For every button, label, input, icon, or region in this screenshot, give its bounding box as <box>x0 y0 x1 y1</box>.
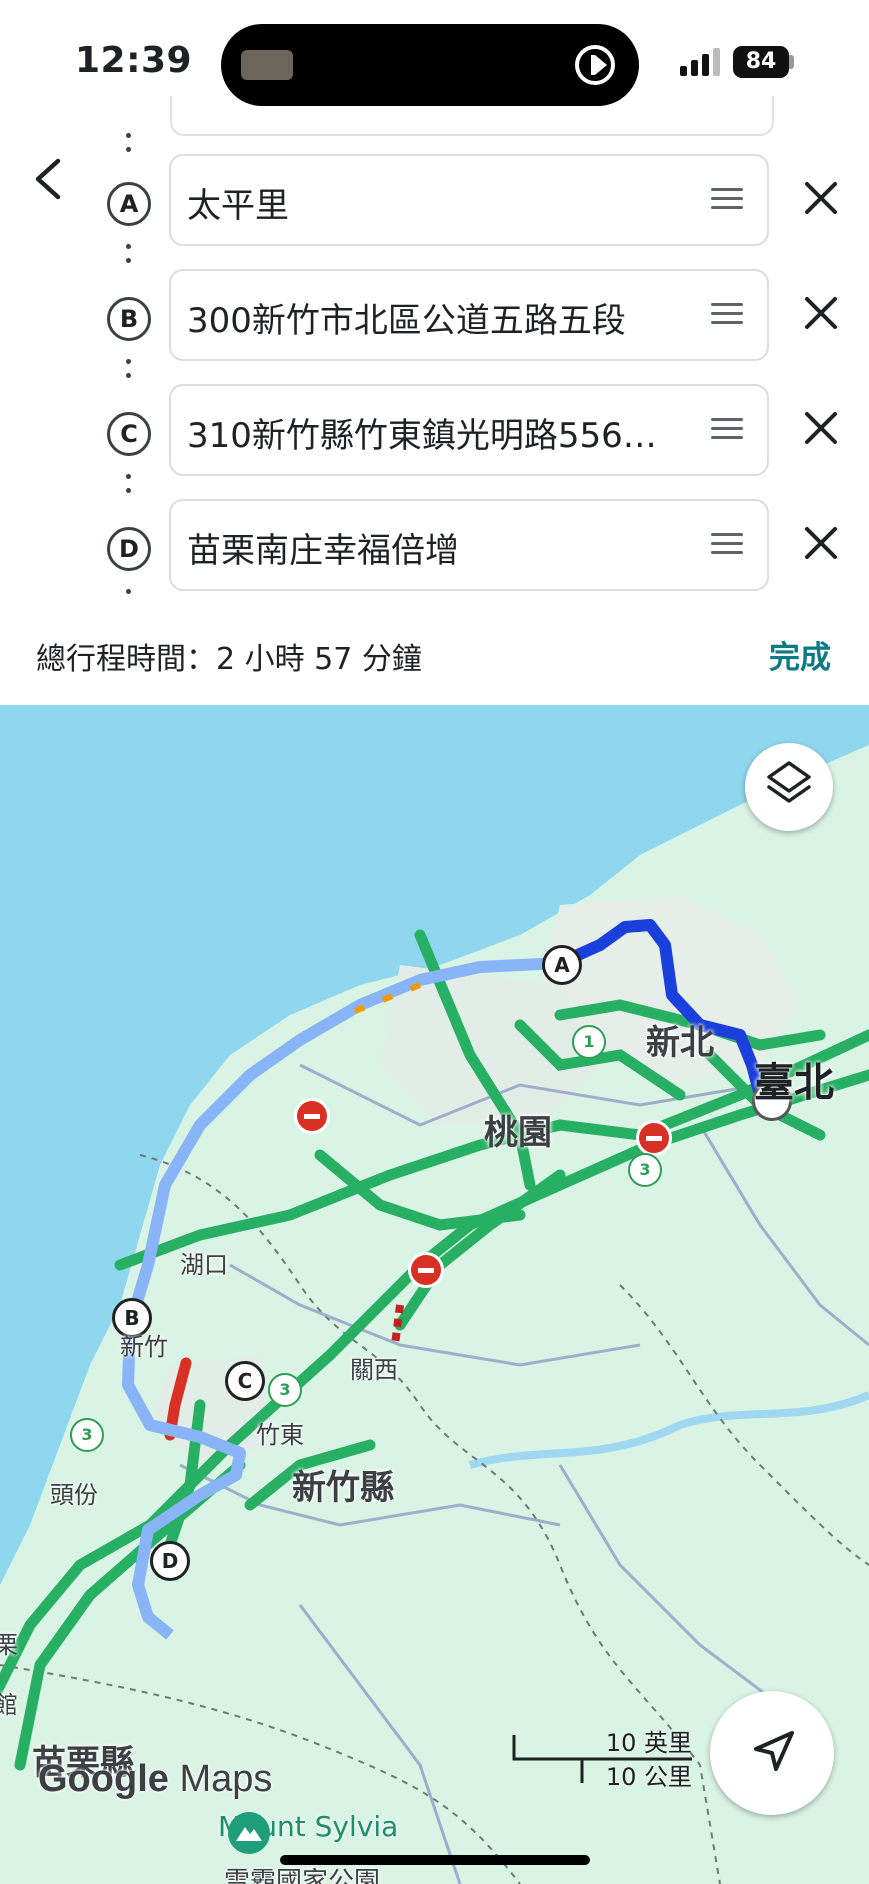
map-label-taoyuan: 桃園 <box>484 1113 552 1153</box>
media-thumbnail <box>241 50 293 80</box>
stop-row-b: B 300新竹市北區公道五路五段 <box>0 269 869 365</box>
highway-shield: 3 <box>628 1153 662 1187</box>
home-indicator[interactable] <box>280 1855 590 1865</box>
close-icon[interactable] <box>801 523 841 563</box>
close-icon[interactable] <box>801 408 841 448</box>
road-closure-icon[interactable] <box>294 1098 330 1134</box>
navigation-button[interactable] <box>710 1691 834 1815</box>
map-label-guanxi: 關西 <box>350 1356 398 1384</box>
route-connector-dots <box>126 244 131 272</box>
layers-icon <box>767 761 811 803</box>
stop-text-d: 苗栗南庄幸福倍增 <box>187 531 459 571</box>
route-connector-dots <box>126 474 131 502</box>
stop-row-a: A 太平里 <box>0 154 869 250</box>
stop-text-b: 300新竹市北區公道五路五段 <box>187 301 626 341</box>
status-time: 12:39 <box>75 40 193 81</box>
map-label-hsinchu: 新竹 <box>120 1333 168 1361</box>
stop-marker-c: C <box>107 412 151 456</box>
total-trip-time: 總行程時間：2 小時 57 分鐘 <box>36 642 422 677</box>
stop-field-a[interactable]: 太平里 <box>169 154 769 246</box>
drag-handle-icon[interactable] <box>711 533 743 557</box>
drag-handle-icon[interactable] <box>711 303 743 327</box>
stop-marker-b: B <box>107 297 151 341</box>
map-label-hsinchu-county: 新竹縣 <box>292 1468 394 1508</box>
scale-miles: 10 英里 <box>605 1729 692 1757</box>
origin-field-partial[interactable] <box>170 96 774 136</box>
drag-handle-icon[interactable] <box>711 418 743 442</box>
highway-shield: 1 <box>572 1025 606 1059</box>
stop-text-a: 太平里 <box>187 186 289 226</box>
stop-field-b[interactable]: 300新竹市北區公道五路五段 <box>169 269 769 361</box>
dynamic-island[interactable] <box>221 24 639 106</box>
waypoint-d-marker[interactable]: D <box>150 1541 190 1581</box>
navigation-arrow-icon <box>754 1731 794 1771</box>
stop-marker-d: D <box>107 527 151 571</box>
google-maps-logo: Google Maps <box>38 1758 272 1801</box>
scale-km: 10 公里 <box>605 1763 692 1791</box>
map-label-taipei: 臺北 <box>754 1060 834 1106</box>
highway-shield: 3 <box>268 1373 302 1407</box>
battery-level: 84 <box>733 46 789 78</box>
stop-row-c: C 310新竹縣竹東鎮光明路556巷... <box>0 384 869 480</box>
stop-text-c: 310新竹縣竹東鎮光明路556巷... <box>187 416 687 456</box>
map-label-zhudong: 竹東 <box>256 1421 304 1449</box>
mountain-icon <box>228 1812 270 1854</box>
drag-handle-icon[interactable] <box>711 188 743 212</box>
cellular-signal-icon <box>680 48 720 76</box>
map-label-toufen: 頭份 <box>50 1481 98 1509</box>
battery-tip <box>789 55 794 69</box>
close-icon[interactable] <box>801 293 841 333</box>
road-closure-icon[interactable] <box>636 1120 672 1156</box>
map-label-hukou: 湖口 <box>180 1251 228 1279</box>
stop-field-c[interactable]: 310新竹縣竹東鎮光明路556巷... <box>169 384 769 476</box>
road-closure-icon[interactable] <box>408 1252 444 1288</box>
map-label-new-taipei: 新北 <box>646 1023 714 1063</box>
google-wordmark: Google <box>38 1758 169 1800</box>
stop-marker-a: A <box>107 182 151 226</box>
play-icon <box>575 45 615 85</box>
route-connector-dots <box>126 359 131 387</box>
layers-button[interactable] <box>745 743 833 831</box>
route-connector-dots <box>126 589 131 603</box>
highway-shield: 3 <box>70 1418 104 1452</box>
waypoint-c-marker[interactable]: C <box>225 1361 265 1401</box>
map-scale: 10 英里 10 公里 <box>512 1723 692 1791</box>
waypoint-a-marker[interactable]: A <box>542 945 582 985</box>
stop-field-d[interactable]: 苗栗南庄幸福倍增 <box>169 499 769 591</box>
stop-row-d: D 苗栗南庄幸福倍增 <box>0 499 869 595</box>
maps-wordmark: Maps <box>179 1758 273 1800</box>
map-label-edge-1: 栗 <box>0 1631 18 1659</box>
map-label-edge-2: 館 <box>0 1691 18 1719</box>
poi-mount-sylvia[interactable]: Mount Sylvia <box>218 1810 398 1854</box>
done-button[interactable]: 完成 <box>769 632 831 677</box>
map-view[interactable]: A B C D 1 3 3 3 臺北 新北 桃園 湖口 新竹 關西 竹東 新竹縣… <box>0 705 869 1884</box>
close-icon[interactable] <box>801 178 841 218</box>
